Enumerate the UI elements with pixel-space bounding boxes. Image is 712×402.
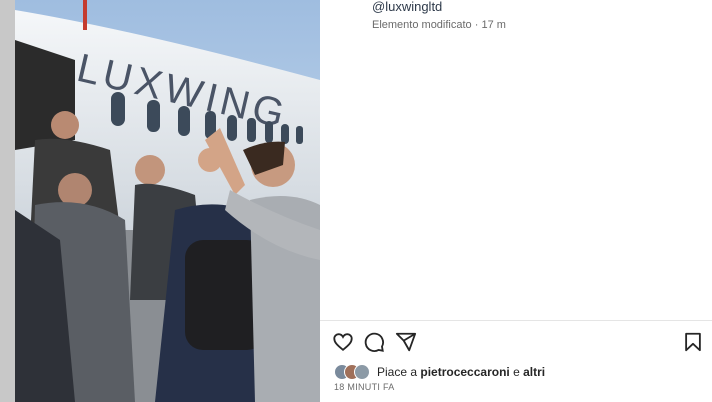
actions-divider: [320, 320, 712, 321]
heart-icon: [333, 333, 353, 351]
share-button[interactable]: [395, 331, 417, 353]
edited-label: Elemento modificato: [372, 19, 472, 31]
likes-connector: e: [513, 365, 520, 379]
liker-username[interactable]: pietroceccaroni: [420, 365, 509, 379]
comment-button[interactable]: [363, 331, 385, 353]
likes-prefix: Piace a: [377, 365, 418, 379]
like-button[interactable]: [332, 331, 354, 353]
post-header: @luxwingltd Elemento modificato · 17 m: [372, 0, 506, 31]
comment-icon: [364, 332, 384, 352]
paper-plane-icon: [395, 332, 417, 352]
liker-avatars[interactable]: [334, 364, 374, 380]
action-bar: [332, 331, 704, 353]
likes-others-link[interactable]: altri: [523, 365, 545, 379]
likes-text: Piace a pietroceccaroni e altri: [377, 365, 545, 379]
post-meta: Elemento modificato · 17 m: [372, 19, 506, 31]
avatar: [354, 364, 370, 380]
post-timestamp[interactable]: 18 MINUTI FA: [334, 382, 395, 392]
post-username[interactable]: @luxwingltd: [372, 0, 506, 14]
edited-time: 17 m: [481, 19, 506, 31]
window-edge: [0, 0, 15, 402]
meta-separator: ·: [474, 19, 479, 31]
save-button[interactable]: [682, 331, 704, 353]
post-image[interactable]: LUXWING: [15, 0, 320, 402]
likes-row: Piace a pietroceccaroni e altri: [334, 363, 545, 381]
bookmark-icon: [685, 332, 701, 352]
